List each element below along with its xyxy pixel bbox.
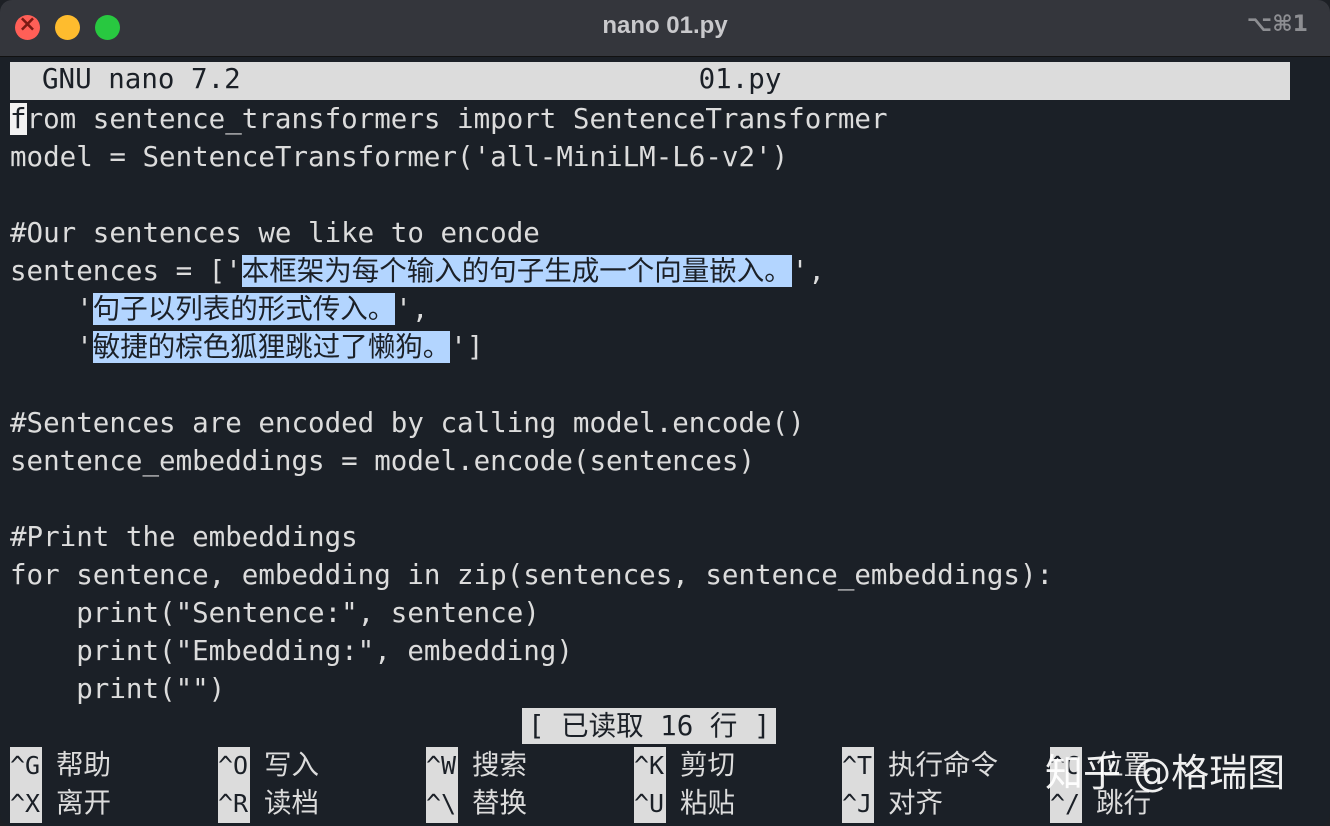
code-line-9[interactable]: #Sentences are encoded by calling model.… (10, 404, 805, 442)
shortcut-paste[interactable]: ^U 粘贴 (634, 784, 735, 823)
shortcut-key: ^O (218, 747, 250, 785)
shortcut-key: ^T (842, 747, 874, 785)
code-text: ' (10, 293, 93, 325)
shortcut-execute[interactable]: ^T 执行命令 (842, 746, 998, 785)
text-cursor: f (10, 103, 27, 135)
nano-editor[interactable]: GNU nano 7.2 01.py from sentence_transfo… (10, 62, 1290, 826)
code-line-14[interactable]: print("Sentence:", sentence) (10, 594, 540, 632)
code-line-13[interactable]: for sentence, embedding in zip(sentences… (10, 556, 1053, 594)
code-text: ', (791, 255, 825, 287)
shortcut-label: 离开 (56, 787, 111, 819)
shortcut-read-file[interactable]: ^R 读档 (218, 784, 319, 823)
selected-text: 本框架为每个输入的句子生成一个向量嵌入。 (241, 255, 792, 287)
code-line-1[interactable]: from sentence_transformers import Senten… (10, 100, 888, 138)
shortcut-search[interactable]: ^W 搜索 (426, 746, 527, 785)
window-title: nano 01.py (602, 12, 728, 39)
code-text: rom sentence_transformers import Sentenc… (26, 103, 888, 135)
code-line-2[interactable]: model = SentenceTransformer('all-MiniLM-… (10, 138, 788, 176)
terminal-window: nano 01.py ⌥⌘1 GNU nano 7.2 01.py from s… (0, 0, 1330, 826)
shortcut-label: 搜索 (472, 749, 527, 781)
shortcut-justify[interactable]: ^J 对齐 (842, 784, 943, 823)
watermark: 知乎 @格瑞图 (1045, 751, 1286, 795)
shortcut-label: 粘贴 (680, 787, 735, 819)
selected-text: 句子以列表的形式传入。 (92, 293, 396, 325)
nano-header: GNU nano 7.2 01.py (10, 62, 1290, 100)
title-bar: nano 01.py ⌥⌘1 (0, 0, 1330, 57)
shortcut-key: ^\ (426, 785, 458, 823)
shortcut-key: ^G (10, 747, 42, 785)
code-text: ', (395, 293, 429, 325)
status-message: [ 已读取 16 行 ] (522, 708, 777, 744)
code-line-12[interactable]: #Print the embeddings (10, 518, 358, 556)
shortcut-exit[interactable]: ^X 离开 (10, 784, 111, 823)
shortcut-write[interactable]: ^O 写入 (218, 746, 319, 785)
shortcut-label: 帮助 (56, 749, 111, 781)
code-line-15[interactable]: print("Embedding:", embedding) (10, 632, 573, 670)
code-line-16[interactable]: print("") (10, 670, 225, 708)
code-line-6[interactable]: '句子以列表的形式传入。', (10, 290, 428, 328)
shortcut-label: 执行命令 (888, 749, 998, 781)
shortcut-label: 写入 (264, 749, 319, 781)
shortcut-label: 剪切 (680, 749, 735, 781)
code-line-4[interactable]: #Our sentences we like to encode (10, 214, 540, 252)
code-line-7[interactable]: '敏捷的棕色狐狸跳过了懒狗。'] (10, 328, 483, 366)
shortcut-key: ^X (10, 785, 42, 823)
code-text: '] (450, 331, 484, 363)
shortcut-help[interactable]: ^G 帮助 (10, 746, 111, 785)
shortcut-cut[interactable]: ^K 剪切 (634, 746, 735, 785)
code-line-5[interactable]: sentences = ['本框架为每个输入的句子生成一个向量嵌入。', (10, 252, 825, 290)
nano-filename: 01.py (698, 63, 782, 95)
shortcut-key: ^J (842, 785, 874, 823)
shortcut-replace[interactable]: ^\ 替换 (426, 784, 527, 823)
code-line-10[interactable]: sentence_embeddings = model.encode(sente… (10, 442, 755, 480)
selected-text: 敏捷的棕色狐狸跳过了懒狗。 (92, 331, 451, 363)
shortcut-key: ^U (634, 785, 666, 823)
shortcut-label: 读档 (264, 787, 319, 819)
shortcut-label: 对齐 (888, 787, 943, 819)
code-text: sentences = [' (10, 255, 242, 287)
shortcut-label: 替换 (472, 787, 527, 819)
shortcut-key: ^R (218, 785, 250, 823)
code-text: ' (10, 331, 93, 363)
window-shortcut: ⌥⌘1 (1246, 12, 1308, 37)
shortcut-key: ^K (634, 747, 666, 785)
shortcut-key: ^W (426, 747, 458, 785)
